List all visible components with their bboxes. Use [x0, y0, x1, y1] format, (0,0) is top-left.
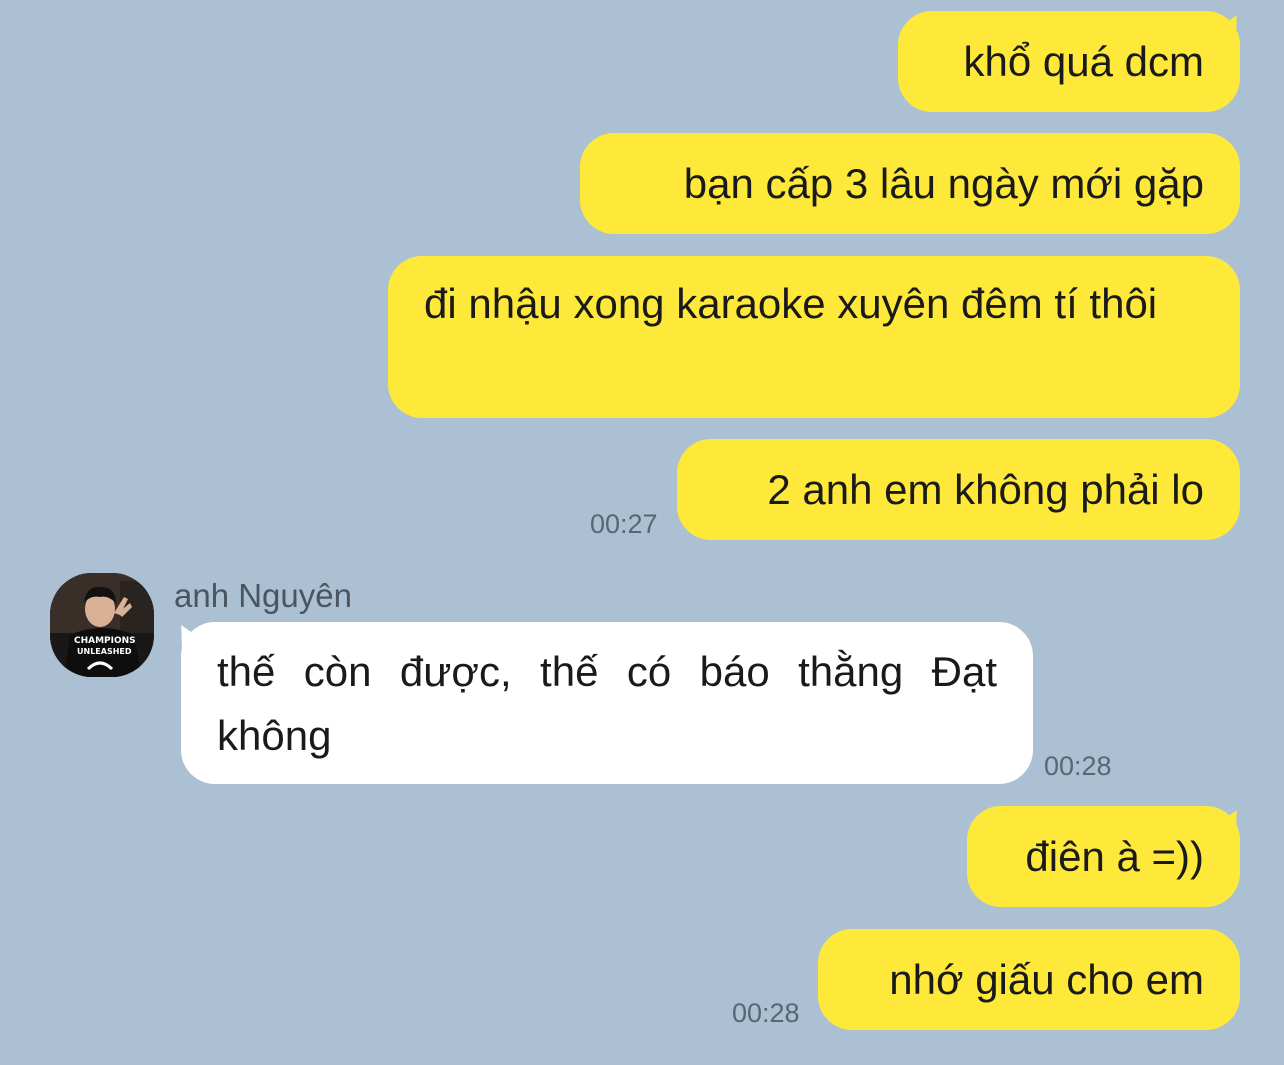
outgoing-message[interactable]: bạn cấp 3 lâu ngày mới gặp: [580, 133, 1240, 234]
incoming-message[interactable]: thế còn được, thế có báo thằng Đạt không: [181, 622, 1033, 784]
message-text: điên à =)): [1025, 833, 1204, 880]
message-timestamp: 00:27: [590, 509, 658, 539]
outgoing-message[interactable]: 2 anh em không phải lo: [677, 439, 1240, 540]
outgoing-message[interactable]: đi nhậu xong karaoke xuyên đêm tí thôi: [388, 256, 1240, 418]
message-text: đi nhậu xong karaoke xuyên đêm tí thôi: [424, 280, 1158, 327]
message-timestamp: 00:28: [732, 998, 800, 1028]
svg-text:CHAMPIONS: CHAMPIONS: [74, 636, 136, 646]
message-text: bạn cấp 3 lâu ngày mới gặp: [683, 160, 1204, 207]
contact-avatar[interactable]: CHAMPIONS UNLEASHED: [50, 573, 154, 677]
message-text: khổ quá dcm: [963, 38, 1204, 85]
message-timestamp: 00:28: [1044, 751, 1112, 781]
sender-name: anh Nguyên: [174, 577, 352, 614]
outgoing-message[interactable]: điên à =)): [967, 806, 1240, 907]
profile-photo-icon: CHAMPIONS UNLEASHED: [50, 573, 154, 677]
svg-text:UNLEASHED: UNLEASHED: [77, 647, 132, 656]
chat-thread[interactable]: khổ quá dcm bạn cấp 3 lâu ngày mới gặp đ…: [0, 0, 1284, 1065]
message-text: 2 anh em không phải lo: [767, 466, 1204, 513]
message-text: thế còn được, thế có báo thằng Đạt không: [217, 648, 997, 759]
outgoing-message[interactable]: nhớ giấu cho em: [818, 929, 1240, 1030]
message-text: nhớ giấu cho em: [889, 956, 1204, 1003]
outgoing-message[interactable]: khổ quá dcm: [898, 11, 1240, 112]
